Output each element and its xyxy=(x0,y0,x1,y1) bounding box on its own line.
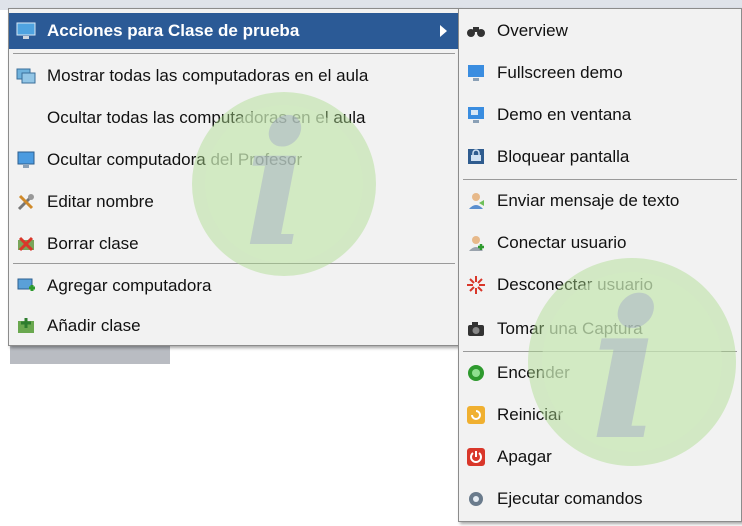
menu-item-label: Fullscreen demo xyxy=(497,63,623,82)
menu-item-label: Ejecutar comandos xyxy=(497,489,643,508)
restart-icon xyxy=(465,404,487,426)
connect-user-icon xyxy=(465,232,487,254)
menu-item-label: Borrar clase xyxy=(47,234,139,253)
monitors-icon xyxy=(15,65,37,87)
watermark-glyph: i xyxy=(590,259,663,482)
menu-item-label: Enviar mensaje de texto xyxy=(497,191,680,210)
power-off-icon xyxy=(465,446,487,468)
add-computer-icon xyxy=(15,275,37,297)
disconnect-user-icon xyxy=(465,274,487,296)
menu-item-fullscreen-demo[interactable]: Fullscreen demo xyxy=(459,55,741,91)
menu-separator xyxy=(463,179,737,180)
menu-item-label: Apagar xyxy=(497,447,552,466)
menu-item-label: Añadir clase xyxy=(47,316,141,335)
menu-separator xyxy=(13,263,455,264)
message-icon xyxy=(465,190,487,212)
menu-item-label: Demo en ventana xyxy=(497,105,632,124)
background-window-edge xyxy=(10,346,170,364)
gear-icon xyxy=(465,488,487,510)
menu-item-add-class[interactable]: Añadir clase xyxy=(9,309,459,343)
menu-item-connect-user[interactable]: Conectar usuario xyxy=(459,225,741,261)
monitor-icon xyxy=(15,20,37,42)
delete-class-icon xyxy=(15,233,37,255)
watermark-glyph: i xyxy=(244,85,309,285)
menu-item-label: Overview xyxy=(497,21,568,40)
tools-icon xyxy=(15,191,37,213)
menu-item-label: Conectar usuario xyxy=(497,233,627,252)
menu-item-class-actions[interactable]: Acciones para Clase de prueba xyxy=(9,13,459,49)
menu-item-run-commands[interactable]: Ejecutar comandos xyxy=(459,481,741,517)
menu-separator xyxy=(13,53,455,54)
monitor-icon xyxy=(15,149,37,171)
power-on-icon xyxy=(465,362,487,384)
menu-item-window-demo[interactable]: Demo en ventana xyxy=(459,97,741,133)
menu-item-label: Editar nombre xyxy=(47,192,154,211)
menu-item-label: Agregar computadora xyxy=(47,276,212,295)
menu-item-label: Mostrar todas las computadoras en el aul… xyxy=(47,66,369,85)
menu-item-add-computer[interactable]: Agregar computadora xyxy=(9,269,459,303)
add-class-icon xyxy=(15,315,37,337)
binoculars-icon xyxy=(465,20,487,42)
window-demo-icon xyxy=(465,104,487,126)
menu-item-show-all-computers[interactable]: Mostrar todas las computadoras en el aul… xyxy=(9,59,459,93)
menu-item-overview[interactable]: Overview xyxy=(459,13,741,49)
camera-icon xyxy=(465,318,487,340)
submenu-arrow-icon xyxy=(440,25,447,37)
menu-item-label: Acciones para Clase de prueba xyxy=(47,21,300,40)
lock-screen-icon xyxy=(465,146,487,168)
fullscreen-demo-icon xyxy=(465,62,487,84)
menu-item-send-message[interactable]: Enviar mensaje de texto xyxy=(459,183,741,219)
menu-item-lock-screen[interactable]: Bloquear pantalla xyxy=(459,139,741,175)
menu-item-label: Bloquear pantalla xyxy=(497,147,630,166)
